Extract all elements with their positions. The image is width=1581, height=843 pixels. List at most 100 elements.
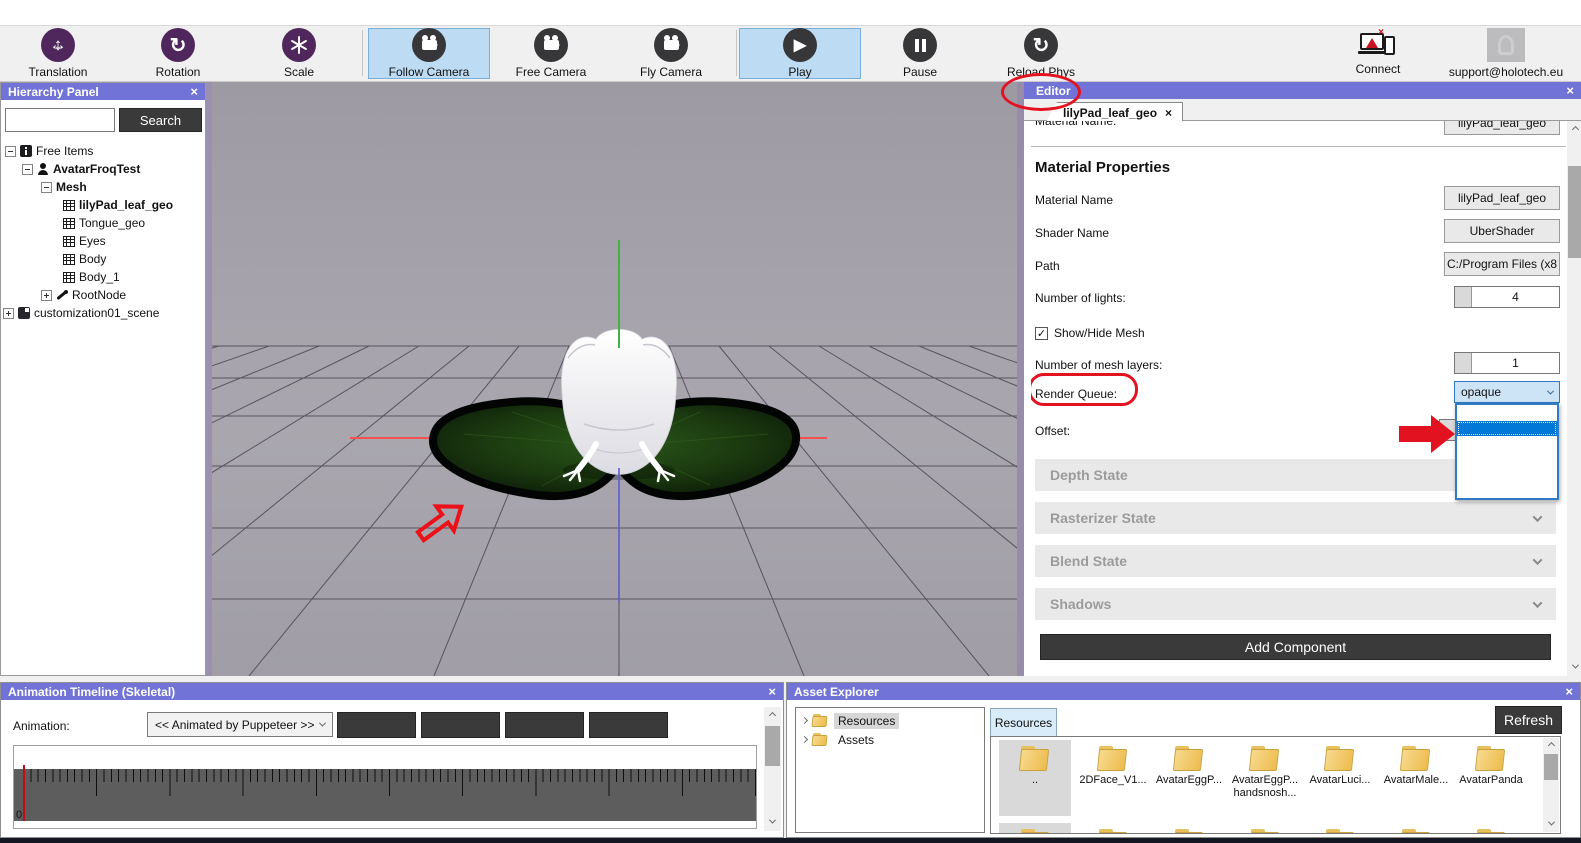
dropdown-option[interactable] [1457, 436, 1557, 452]
asset-grid-scrollbar[interactable] [1543, 738, 1559, 832]
asset-folder-item[interactable]: .. [999, 740, 1071, 816]
dropdown-option[interactable] [1457, 405, 1557, 421]
show-hide-mesh-checkbox[interactable]: ✓ Show/Hide Mesh [1035, 326, 1145, 340]
timeline-transport-button[interactable] [421, 712, 500, 738]
tree-expander[interactable] [22, 163, 33, 175]
playhead[interactable] [23, 765, 25, 821]
mesh-layers-stepper[interactable]: 1 [1454, 352, 1560, 374]
chevron-right-icon[interactable] [800, 735, 809, 744]
tree-expander[interactable] [41, 289, 52, 301]
tab-close-icon[interactable]: × [1165, 106, 1172, 120]
clipped-material-name-field[interactable]: lilyPad_leaf_geo [1444, 121, 1560, 135]
tree-node[interactable]: Free Items [1, 142, 205, 160]
asset-folder-item[interactable] [1153, 823, 1225, 833]
tree-node[interactable]: Mesh [1, 178, 205, 196]
follow-camera-icon [412, 28, 446, 62]
asset-folder-item[interactable] [999, 823, 1071, 833]
search-input[interactable] [5, 108, 115, 132]
scrollbar-thumb[interactable] [1544, 754, 1558, 780]
stepper-button[interactable] [1455, 287, 1472, 307]
timeline-transport-button[interactable] [505, 712, 584, 738]
tree-expander[interactable] [3, 307, 14, 319]
tree-node[interactable]: customization01_scene [1, 304, 205, 322]
section-blend-state[interactable]: Blend State [1035, 545, 1556, 577]
asset-folder-item[interactable]: AvatarPanda [1455, 740, 1527, 816]
tab-resources[interactable]: Resources [990, 708, 1057, 736]
reload-phys-button[interactable]: ↻ Reload Phys [981, 28, 1101, 79]
asset-folder-item[interactable]: AvatarMale... [1380, 740, 1452, 816]
chevron-right-icon[interactable] [800, 716, 809, 725]
stepper-button[interactable] [1455, 353, 1472, 373]
asset-folder-item[interactable]: 2DFace_V1... [1077, 740, 1149, 816]
follow-camera-button[interactable]: Follow Camera [368, 28, 490, 79]
dropdown-option[interactable] [1457, 452, 1557, 468]
refresh-button[interactable]: Refresh [1495, 706, 1562, 734]
scrollbar-thumb[interactable] [765, 726, 780, 766]
material-name-field[interactable]: lilyPad_leaf_geo [1444, 186, 1560, 210]
asset-tree-row[interactable]: Resources [796, 711, 984, 730]
dropdown-option[interactable] [1457, 467, 1557, 483]
tree-expander[interactable] [41, 181, 52, 193]
tree-node[interactable]: Tongue_geo [1, 214, 205, 232]
asset-tree-row[interactable]: Assets [796, 730, 984, 749]
close-icon[interactable]: × [190, 85, 198, 98]
dropdown-option[interactable] [1457, 420, 1557, 436]
asset-folder-item[interactable]: AvatarLuci... [1304, 740, 1376, 816]
asset-folder-item[interactable] [1229, 823, 1301, 833]
ruler-numbers [14, 746, 756, 769]
asset-folder-item[interactable] [1455, 823, 1527, 833]
scroll-up-icon[interactable] [768, 711, 777, 720]
tree-node[interactable]: AvatarFroqTest [1, 160, 205, 178]
support-link[interactable]: support@holotech.eu [1436, 28, 1576, 79]
scrollbar-thumb[interactable] [1568, 166, 1581, 258]
playhead-label: 0 [16, 809, 23, 821]
close-icon[interactable]: × [768, 685, 776, 698]
scale-button[interactable]: Scale [240, 28, 358, 79]
tree-node[interactable]: RootNode [1, 286, 205, 304]
timeline-transport-button[interactable] [589, 712, 668, 738]
scroll-down-icon[interactable] [768, 816, 777, 824]
scroll-down-icon[interactable] [1547, 818, 1555, 826]
tree-node[interactable]: Eyes [1, 232, 205, 250]
scroll-up-icon[interactable] [1571, 125, 1580, 134]
search-button[interactable]: Search [119, 108, 202, 132]
path-field[interactable]: C:/Program Files (x8 [1444, 252, 1560, 276]
number-of-lights-stepper[interactable]: 4 [1454, 286, 1560, 308]
tree-node[interactable]: Body_1 [1, 268, 205, 286]
tree-node[interactable]: Body [1, 250, 205, 268]
free-camera-button[interactable]: Free Camera [492, 28, 610, 79]
tree-node[interactable]: lilyPad_leaf_geo [1, 196, 205, 214]
tree-node-icon [63, 235, 75, 247]
render-queue-dropdown[interactable]: opaque [1454, 381, 1560, 403]
timeline-scrollbar[interactable] [764, 707, 781, 831]
scroll-down-icon[interactable] [1571, 661, 1580, 669]
asset-folder-item[interactable] [1077, 823, 1149, 833]
add-component-button[interactable]: Add Component [1040, 634, 1551, 660]
pause-button[interactable]: Pause [861, 28, 979, 79]
translation-button[interactable]: ↔ ↕ Translation [0, 28, 116, 79]
close-icon[interactable]: × [1566, 84, 1574, 97]
close-icon[interactable]: × [1565, 685, 1573, 698]
asset-folder-item[interactable] [1380, 823, 1452, 833]
ruler-ticks[interactable]: 0 [14, 765, 756, 821]
scroll-up-icon[interactable] [1547, 741, 1555, 749]
shader-name-field[interactable]: UberShader [1444, 219, 1560, 243]
animation-dropdown[interactable]: << Animated by Puppeteer >> [147, 712, 333, 737]
editor-tab[interactable]: lilyPad_leaf_geo × [1046, 102, 1184, 122]
fly-camera-button[interactable]: Fly Camera [612, 28, 730, 79]
rotation-button[interactable]: ↻ Rotation [118, 28, 238, 79]
tree-expander[interactable] [5, 145, 16, 157]
dropdown-option[interactable] [1457, 483, 1557, 499]
timeline-transport-button[interactable] [337, 712, 416, 738]
folder-icon [1020, 829, 1050, 833]
connect-button[interactable]: × Connect [1318, 27, 1438, 79]
viewport-3d[interactable] [0, 82, 1581, 677]
section-shadows[interactable]: Shadows [1035, 588, 1556, 620]
editor-scrollbar[interactable] [1567, 121, 1581, 676]
asset-folder-item[interactable]: AvatarEggP... [1153, 740, 1225, 816]
play-button[interactable]: ▶ Play [739, 28, 861, 79]
timeline-ruler[interactable]: 0 [13, 745, 757, 829]
asset-folder-item[interactable] [1304, 823, 1376, 833]
section-rasterizer-state[interactable]: Rasterizer State [1035, 502, 1556, 534]
asset-folder-item[interactable]: AvatarEggP... handsnosh... [1229, 740, 1301, 816]
